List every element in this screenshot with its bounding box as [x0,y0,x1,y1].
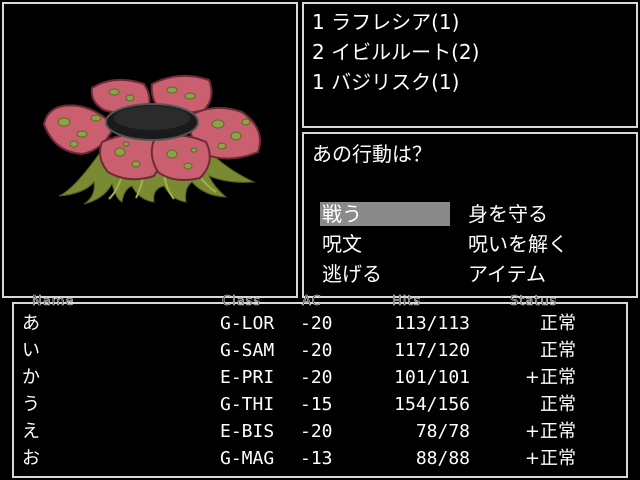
member-name: お [22,448,40,469]
enemy-group-3: 1 バジリスク(1) [312,70,460,94]
member-ac: -20 [300,313,333,334]
party-row[interactable]: い G-SAM -20 117/120 正常 [14,337,626,364]
member-class: G-THI [220,394,275,415]
member-class: G-SAM [220,340,275,361]
enemy-list-panel: 1 ラフレシア(1) 2 イビルルート(2) 1 バジリスク(1) [302,2,638,128]
party-row[interactable]: あ G-LOR -20 113/113 正常 [14,310,626,337]
party-row[interactable]: う G-THI -15 154/156 正常 [14,391,626,418]
member-hits: 88/88 [415,448,470,469]
member-name: い [22,340,40,361]
party-row[interactable]: え E-BIS -20 78/78 +正常 [14,418,626,445]
member-hits: 154/156 [394,394,470,415]
member-hits: 113/113 [394,313,470,334]
rafflesia-monster-image [42,74,261,205]
party-status-panel: Name Class AC Hits Status あ G-LOR -20 11… [12,294,628,478]
command-menu-panel: あの行動は？ 戦う 身を守る 呪文 呪いを解く 逃げる アイテム [302,132,638,298]
member-hits: 78/78 [415,421,470,442]
member-name: あ [22,313,40,334]
member-ac: -15 [300,394,333,415]
party-row[interactable]: か E-PRI -20 101/101 +正常 [14,364,626,391]
header-name: Name [32,294,75,309]
member-class: E-BIS [220,421,275,442]
member-status: +正常 [524,448,576,469]
member-class: G-LOR [220,313,275,334]
header-class: Class [222,294,262,309]
member-status: 正常 [540,340,576,361]
command-fight[interactable]: 戦う [320,202,450,226]
monster-portrait-panel [2,2,298,298]
member-status: +正常 [524,421,576,442]
member-status: +正常 [524,367,576,388]
member-hits: 117/120 [394,340,470,361]
enemy-group-1: 1 ラフレシア(1) [312,10,460,34]
member-ac: -13 [300,448,333,469]
command-item[interactable]: アイテム [466,262,548,286]
party-row[interactable]: お G-MAG -13 88/88 +正常 [14,445,626,472]
member-ac: -20 [300,367,333,388]
command-dispel[interactable]: 呪いを解く [466,232,570,256]
command-run[interactable]: 逃げる [320,262,384,286]
member-name: え [22,421,40,442]
action-prompt: あの行動は？ [312,142,432,166]
member-ac: -20 [300,421,333,442]
command-spell[interactable]: 呪文 [320,232,364,256]
member-class: E-PRI [220,367,275,388]
enemy-group-2: 2 イビルルート(2) [312,40,480,64]
member-class: G-MAG [220,448,275,469]
header-ac: AC [302,294,322,309]
member-status: 正常 [540,394,576,415]
member-ac: -20 [300,340,333,361]
header-hits: Hits [392,294,422,309]
member-name: か [22,367,40,388]
header-status: Status [510,294,558,309]
member-status: 正常 [540,313,576,334]
member-hits: 101/101 [394,367,470,388]
command-parry[interactable]: 身を守る [466,202,550,226]
member-name: う [22,394,40,415]
